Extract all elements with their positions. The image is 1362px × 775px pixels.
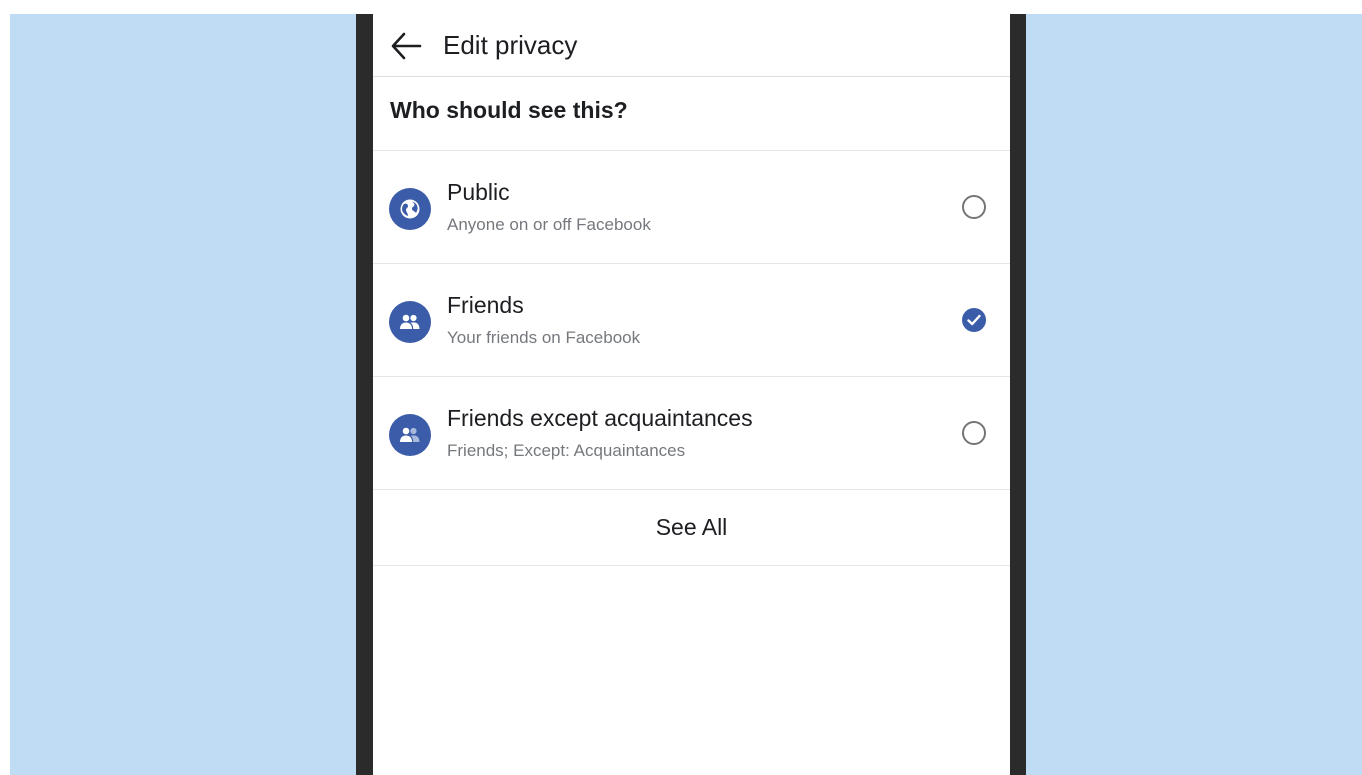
page-title: Edit privacy <box>443 30 578 60</box>
radio-friends-except-acquaintances[interactable] <box>962 421 986 445</box>
radio-public[interactable] <box>962 195 986 219</box>
radio-friends-checked[interactable] <box>962 308 986 332</box>
see-all-button[interactable]: See All <box>373 490 1010 566</box>
friends-icon <box>389 301 431 343</box>
option-title: Public <box>447 179 510 205</box>
globe-icon <box>389 188 431 230</box>
option-friends[interactable]: Friends Your friends on Facebook <box>373 264 1010 377</box>
back-button[interactable] <box>387 28 425 64</box>
checkmark-icon <box>967 314 981 326</box>
option-subtitle: Anyone on or off Facebook <box>447 215 651 234</box>
friends-except-icon <box>389 414 431 456</box>
audience-section-header: Who should see this? <box>373 77 1010 151</box>
top-bar: Edit privacy <box>373 14 1010 77</box>
phone-screen: Edit privacy Who should see this? Public… <box>373 14 1010 775</box>
option-subtitle: Friends; Except: Acquaintances <box>447 441 686 460</box>
option-subtitle: Your friends on Facebook <box>447 328 641 347</box>
option-title: Friends <box>447 292 524 318</box>
option-public[interactable]: Public Anyone on or off Facebook <box>373 151 1010 264</box>
background-panel: Edit privacy Who should see this? Public… <box>10 14 1362 775</box>
option-title: Friends except acquaintances <box>447 405 753 431</box>
section-title: Who should see this? <box>390 97 628 123</box>
arrow-left-icon <box>391 32 422 60</box>
phone-frame: Edit privacy Who should see this? Public… <box>356 14 1026 775</box>
option-friends-except-acquaintances[interactable]: Friends except acquaintances Friends; Ex… <box>373 377 1010 490</box>
